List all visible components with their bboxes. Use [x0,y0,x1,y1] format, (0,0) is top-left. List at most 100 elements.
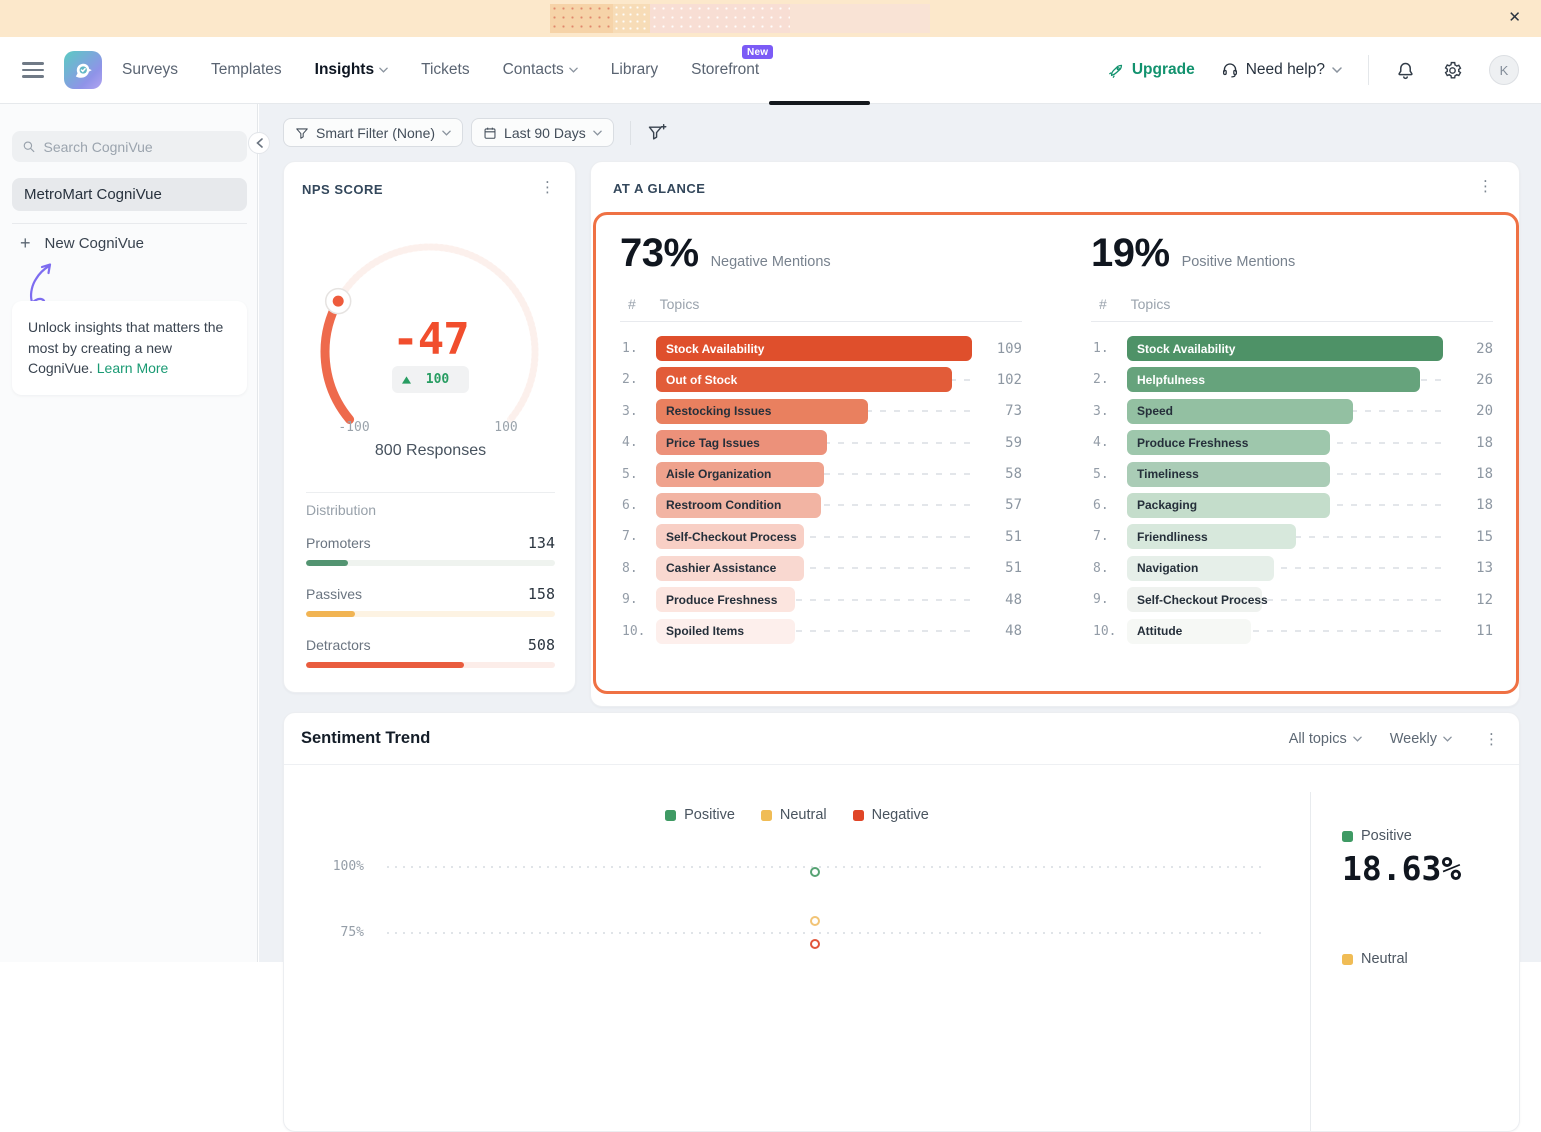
topic-row: 4.Price Tag Issues59 [620,430,1022,455]
legend-label: Positive [684,807,735,823]
nav-item-contacts[interactable]: Contacts [503,61,578,79]
legend-label: Neutral [780,807,827,823]
topic-value: 51 [980,560,1022,576]
sentiment-controls: All topics Weekly ⋮ [1289,730,1503,748]
smart-filter-label: Smart Filter (None) [316,125,435,141]
topic-bar[interactable]: Packaging [1127,493,1330,518]
settings-button[interactable] [1442,60,1463,81]
funnel-icon [295,126,309,140]
topic-bar[interactable]: Produce Freshness [656,587,795,612]
topic-rank: 8. [1091,561,1127,576]
need-help-button[interactable]: Need help? [1221,61,1342,79]
user-avatar[interactable]: K [1489,55,1519,85]
upgrade-label: Upgrade [1132,61,1195,79]
topic-rank: 1. [1091,341,1127,356]
topic-label: Aisle Organization [666,467,771,481]
topic-row: 1.Stock Availability28 [1091,336,1493,361]
topics-header-row: # Topics [620,296,1022,322]
topic-bar-track: Self-Checkout Process [656,524,972,549]
glance-card-menu-icon[interactable]: ⋮ [1472,178,1499,196]
topic-bar[interactable]: Self-Checkout Process [656,524,804,549]
search-input[interactable] [44,139,238,155]
smart-filter-dropdown[interactable]: Smart Filter (None) [283,118,463,147]
topic-bar[interactable]: Stock Availability [656,336,972,361]
nav-item-surveys[interactable]: Surveys [122,61,178,79]
hamburger-menu-icon[interactable] [22,58,44,81]
upgrade-button[interactable]: Upgrade [1108,61,1195,79]
legend-item-negative[interactable]: Negative [853,807,929,823]
legend-swatch [665,810,676,821]
topics-filter-dropdown[interactable]: All topics [1289,731,1362,747]
topic-bar[interactable]: Self-Checkout Process [1127,587,1262,612]
nav-item-label: Contacts [503,61,564,79]
topic-label: Speed [1137,404,1173,418]
topic-bar[interactable]: Navigation [1127,556,1274,581]
topic-label: Self-Checkout Process [666,530,797,544]
legend-item-positive[interactable]: Positive [665,807,735,823]
filter-divider [630,121,631,145]
topic-bar[interactable]: Restocking Issues [656,399,868,424]
topic-bar[interactable]: Price Tag Issues [656,430,827,455]
distribution-bar[interactable] [306,662,464,668]
distribution-bar[interactable] [306,611,355,617]
learn-more-link[interactable]: Learn More [97,360,169,376]
distribution-label: Passives [306,586,362,602]
topic-bar[interactable]: Out of Stock [656,367,952,392]
topic-bar[interactable]: Cashier Assistance [656,556,804,581]
topic-label: Navigation [1137,561,1198,575]
topic-bar[interactable]: Helpfulness [1127,367,1420,392]
legend-label: Negative [872,807,929,823]
topic-bar[interactable]: Friendliness [1127,524,1296,549]
data-point[interactable] [810,867,820,877]
nav-item-tickets[interactable]: Tickets [421,61,470,79]
topic-bar-track: Aisle Organization [656,462,972,487]
period-dropdown[interactable]: Weekly [1390,731,1452,747]
distribution-bar[interactable] [306,560,348,566]
data-point[interactable] [810,916,820,926]
topic-rank: 6. [620,498,656,513]
topic-bar[interactable]: Timeliness [1127,462,1330,487]
notifications-button[interactable] [1395,60,1416,81]
y-axis-tick: 100% [304,859,364,874]
topic-bar[interactable]: Speed [1127,399,1353,424]
add-filter-icon[interactable] [647,123,667,143]
nav-item-library[interactable]: Library [611,61,658,79]
app-logo[interactable] [64,51,102,89]
topic-label: Helpfulness [1137,373,1205,387]
nav-item-templates[interactable]: Templates [211,61,282,79]
banner-close-icon[interactable]: ✕ [1504,8,1525,28]
nav-item-storefront[interactable]: StorefrontNew [691,61,759,79]
topic-rank: 4. [1091,435,1127,450]
data-point[interactable] [810,939,820,949]
topic-bar[interactable]: Spoiled Items [656,619,795,644]
nps-card-menu-icon[interactable]: ⋮ [534,179,561,197]
nps-card-title: NPS SCORE [302,182,383,197]
legend-item-neutral[interactable]: Neutral [761,807,827,823]
cognivue-search[interactable] [12,131,247,162]
topic-bar-track: Stock Availability [656,336,972,361]
sidebar-collapse-button[interactable] [248,132,270,154]
new-cognivue-button[interactable]: + New CogniVue [20,234,144,252]
headset-icon [1221,61,1239,79]
chevron-down-icon [1353,736,1362,742]
topic-bar[interactable]: Stock Availability [1127,336,1443,361]
topic-value: 26 [1451,372,1493,388]
sentiment-title: Sentiment Trend [301,729,430,748]
gear-icon [1442,60,1463,81]
y-axis-tick: 75% [304,925,364,940]
sentiment-menu-icon[interactable]: ⋮ [1480,730,1503,748]
topic-bar[interactable]: Attitude [1127,619,1251,644]
topic-value: 59 [980,435,1022,451]
need-help-label: Need help? [1246,61,1325,79]
negative-mentions-column: 73% Negative Mentions # Topics 1.Stock A… [620,215,1024,691]
topic-bar[interactable]: Aisle Organization [656,462,824,487]
nav-item-insights[interactable]: Insights [315,61,388,79]
nav-item-label: Insights [315,61,374,79]
topic-row: 9.Self-Checkout Process12 [1091,587,1493,612]
topic-bar[interactable]: Restroom Condition [656,493,821,518]
sidebar-item-metromart-cognivue[interactable]: MetroMart CogniVue [12,178,247,211]
chevron-left-icon [256,138,263,148]
horizontal-scrollbar-thumb[interactable] [769,101,870,105]
date-range-dropdown[interactable]: Last 90 Days [471,118,614,147]
topic-bar[interactable]: Produce Freshness [1127,430,1330,455]
